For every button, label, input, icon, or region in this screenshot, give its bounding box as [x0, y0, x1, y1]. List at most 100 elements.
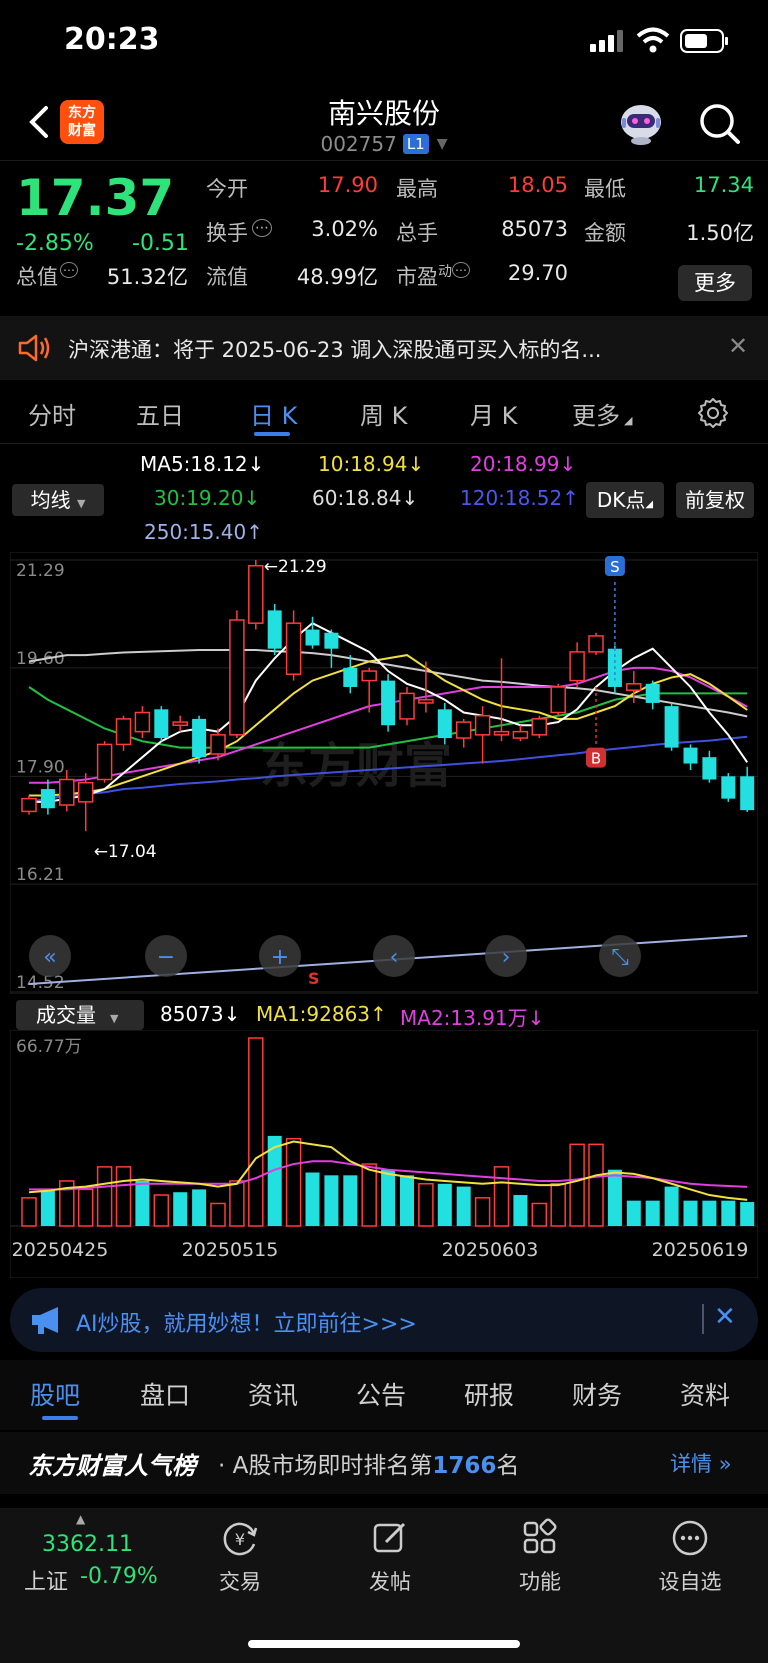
- tab-research[interactable]: 研报: [464, 1376, 514, 1412]
- tab-five-day[interactable]: 五日: [136, 396, 184, 431]
- volume-bar: [343, 1175, 358, 1226]
- volume-label: 总手: [396, 221, 438, 245]
- index-price[interactable]: 3362.11: [42, 1532, 133, 1557]
- edit-square-icon: [373, 1522, 406, 1553]
- float-cap-value: 48.99亿: [296, 265, 378, 289]
- volume-bar: [702, 1200, 717, 1226]
- volume-indicator-selector[interactable]: 成交量 ▼: [16, 1000, 144, 1030]
- candle-body: [381, 680, 396, 726]
- ma250-legend: 250:15.40↑: [144, 520, 263, 544]
- price-adjust-button[interactable]: 前复权: [676, 482, 754, 518]
- tab-financials[interactable]: 财务: [572, 1376, 622, 1412]
- nav-post[interactable]: 发帖: [340, 1518, 440, 1596]
- index-name[interactable]: 上证: [24, 1564, 68, 1596]
- candle-body: [361, 670, 377, 682]
- high-value: 18.05: [507, 173, 568, 197]
- ma-selector[interactable]: 均线 ▼: [12, 484, 104, 516]
- double-chevron-right-icon: »: [718, 1452, 732, 1476]
- candle-body: [343, 667, 358, 687]
- candle-body: [305, 629, 320, 646]
- more-quote-button[interactable]: 更多: [678, 265, 752, 301]
- candle-body: [550, 686, 566, 714]
- tab-underline: [254, 432, 290, 436]
- kline-chart[interactable]: 21.2919.6017.9016.2114.52东方财富←21.29←17.0…: [10, 552, 758, 994]
- volume-bar: [664, 1186, 679, 1226]
- tab-profile[interactable]: 资料: [680, 1376, 730, 1412]
- candle-body: [569, 651, 585, 682]
- volume-bar: [153, 1194, 170, 1227]
- nav-watchlist[interactable]: 设自选: [640, 1518, 740, 1596]
- ma20-legend: 20:18.99↓: [470, 452, 577, 476]
- volume-bar: [721, 1200, 736, 1226]
- caret-up-icon[interactable]: ▲: [76, 1512, 85, 1526]
- ai-banner-close-icon[interactable]: ✕: [714, 1302, 736, 1332]
- candle-body: [721, 776, 736, 799]
- volume-bar: [588, 1143, 604, 1227]
- candle-body: [626, 683, 642, 691]
- tab-weekly-k[interactable]: 周 K: [360, 396, 407, 431]
- volume-bar: [550, 1183, 566, 1227]
- nav-trade[interactable]: ¥ 交易: [190, 1518, 290, 1596]
- notice-close-icon[interactable]: ✕: [728, 332, 748, 360]
- pe-value: 29.70: [507, 261, 568, 285]
- tab-announcements[interactable]: 公告: [356, 1376, 406, 1412]
- gear-icon[interactable]: [696, 396, 730, 430]
- volume-bar: [456, 1186, 471, 1226]
- tab-order-book[interactable]: 盘口: [140, 1376, 190, 1412]
- search-icon[interactable]: [698, 102, 742, 146]
- tab-daily-k[interactable]: 日 K: [250, 396, 297, 431]
- volume-bar: [77, 1188, 94, 1227]
- candle-body: [229, 619, 245, 736]
- volume-bar: [135, 1180, 150, 1226]
- chart-control-icon: ›: [502, 945, 511, 970]
- tab-more[interactable]: 更多 ◢: [572, 396, 632, 431]
- volume-bar: [229, 1180, 245, 1227]
- candle-body: [77, 781, 94, 803]
- volume-bar: [173, 1192, 188, 1226]
- notice-bar[interactable]: 沪深港通：将于 2025-06-23 调入深股通可买入标的名... ✕: [0, 316, 768, 380]
- volume-x-label: 20250515: [182, 1239, 279, 1261]
- candle-body: [683, 747, 698, 764]
- index-change[interactable]: -0.79%: [80, 1564, 158, 1589]
- candle-body: [645, 683, 660, 703]
- market-cap-label[interactable]: 总值 ⋯: [16, 261, 78, 291]
- low-value: 17.34: [693, 173, 754, 197]
- tab-intraday[interactable]: 分时: [28, 396, 76, 431]
- tab-monthly-k[interactable]: 月 K: [470, 396, 517, 431]
- turnover-label[interactable]: 换手 ⋯: [206, 217, 272, 247]
- volume-bar: [493, 1166, 510, 1227]
- nav-functions[interactable]: 功能: [490, 1518, 590, 1596]
- nav-functions-label: 功能: [519, 1570, 561, 1594]
- candle-body: [96, 743, 113, 781]
- volume-bar: [361, 1163, 377, 1227]
- tab-forum[interactable]: 股吧: [30, 1376, 80, 1412]
- candle-body: [588, 635, 604, 653]
- volume-bar: [285, 1137, 302, 1227]
- caret-down-icon: ▼: [76, 497, 86, 510]
- dk-point-button[interactable]: DK点◢: [586, 482, 664, 518]
- volume-bar: [740, 1202, 755, 1226]
- volume-chart[interactable]: 66.77万 20250425 20250515 20250603 20250619: [10, 1030, 758, 1278]
- ai-assistant-robot-icon[interactable]: [616, 100, 666, 146]
- status-time: 20:23: [64, 22, 160, 57]
- rank-detail-link[interactable]: 详情 »: [670, 1448, 732, 1478]
- volume-bar: [192, 1189, 207, 1226]
- candle-body: [512, 730, 529, 739]
- nav-watchlist-label: 设自选: [658, 1570, 722, 1594]
- ai-banner[interactable]: AI炒股，就用妙想！立即前往>>> ✕: [10, 1288, 758, 1352]
- info-tabs: 股吧 盘口 资讯 公告 研报 财务 资料: [0, 1360, 768, 1430]
- turnover-label-text: 换手: [206, 221, 248, 245]
- pe-sup: 动: [438, 264, 452, 280]
- candle-body: [154, 709, 169, 739]
- notice-text: 沪深港通：将于 2025-06-23 调入深股通可买入标的名...: [68, 338, 602, 362]
- rank-suffix: 名: [496, 1453, 520, 1479]
- candle-body: [324, 632, 339, 649]
- home-indicator: [248, 1640, 520, 1648]
- popularity-rank-row[interactable]: 东方财富人气榜 · A股市场即时排名第1766名 详情 »: [0, 1432, 768, 1494]
- amount-value: 1.50亿: [686, 221, 754, 245]
- svg-text:¥: ¥: [235, 1530, 245, 1549]
- corner-caret-icon: ◢: [624, 414, 633, 427]
- pe-label[interactable]: 市盈动 ⋯: [396, 261, 470, 291]
- tab-news[interactable]: 资讯: [248, 1376, 298, 1412]
- open-label: 今开: [206, 177, 248, 201]
